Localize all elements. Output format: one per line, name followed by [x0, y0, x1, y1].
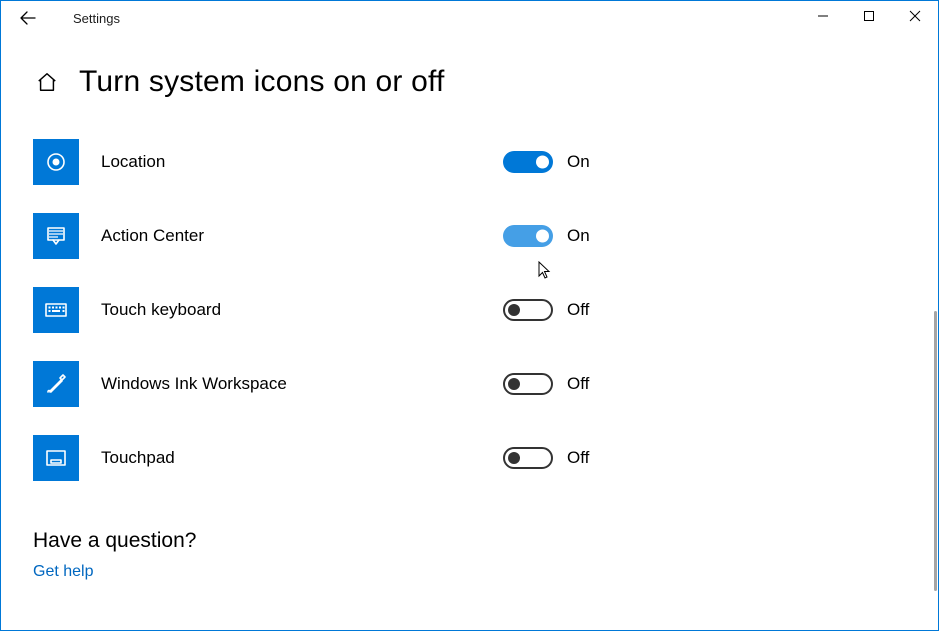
- minimize-icon: [817, 10, 829, 22]
- back-arrow-icon: [19, 9, 37, 27]
- toggle-wrap: Off: [503, 299, 589, 321]
- titlebar: Settings: [1, 1, 938, 35]
- touchpad-icon: [33, 435, 79, 481]
- home-icon: [36, 71, 58, 93]
- back-button[interactable]: [11, 1, 45, 35]
- page-title: Turn system icons on or off: [79, 65, 445, 99]
- minimize-button[interactable]: [800, 1, 846, 31]
- toggle-state-label: Off: [567, 300, 589, 320]
- scrollbar[interactable]: [934, 311, 937, 591]
- toggle-wrap: On: [503, 151, 590, 173]
- toggle-switch[interactable]: [503, 447, 553, 469]
- toggle-knob: [508, 378, 520, 390]
- touch-keyboard-icon: [33, 287, 79, 333]
- home-button[interactable]: [33, 68, 61, 96]
- window-controls: [800, 1, 938, 35]
- toggle-knob: [536, 230, 549, 243]
- toggle-switch[interactable]: [503, 299, 553, 321]
- toggle-switch[interactable]: [503, 373, 553, 395]
- toggle-switch[interactable]: [503, 151, 553, 173]
- toggle-wrap: Off: [503, 447, 589, 469]
- system-icon-row: Action Center On: [33, 213, 733, 259]
- system-icon-row: Touch keyboard Off: [33, 287, 733, 333]
- toggle-knob: [536, 156, 549, 169]
- system-icon-label: Windows Ink Workspace: [101, 374, 481, 394]
- get-help-link[interactable]: Get help: [33, 563, 93, 581]
- toggle-knob: [508, 452, 520, 464]
- question-heading: Have a question?: [33, 529, 906, 553]
- ink-icon: [33, 361, 79, 407]
- system-icon-row: Windows Ink Workspace Off: [33, 361, 733, 407]
- toggle-state-label: On: [567, 152, 590, 172]
- toggle-switch[interactable]: [503, 225, 553, 247]
- system-icon-label: Action Center: [101, 226, 481, 246]
- location-icon: [33, 139, 79, 185]
- toggle-state-label: On: [567, 226, 590, 246]
- toggle-state-label: Off: [567, 448, 589, 468]
- system-icon-row: Location On: [33, 139, 733, 185]
- system-icon-label: Location: [101, 152, 481, 172]
- system-icon-row: Touchpad Off: [33, 435, 733, 481]
- system-icons-list: Location On Action Center On Touch keyboard O…: [33, 139, 733, 481]
- system-icon-label: Touchpad: [101, 448, 481, 468]
- toggle-knob: [508, 304, 520, 316]
- maximize-button[interactable]: [846, 1, 892, 31]
- window-title: Settings: [73, 11, 120, 26]
- content: Turn system icons on or off LocationOnAc…: [1, 35, 938, 581]
- toggle-state-label: Off: [567, 374, 589, 394]
- close-icon: [909, 10, 921, 22]
- close-button[interactable]: [892, 1, 938, 31]
- toggle-wrap: Off: [503, 373, 589, 395]
- maximize-icon: [863, 10, 875, 22]
- action-center-icon: [33, 213, 79, 259]
- toggle-wrap: On: [503, 225, 590, 247]
- header: Turn system icons on or off: [33, 65, 906, 99]
- system-icon-label: Touch keyboard: [101, 300, 481, 320]
